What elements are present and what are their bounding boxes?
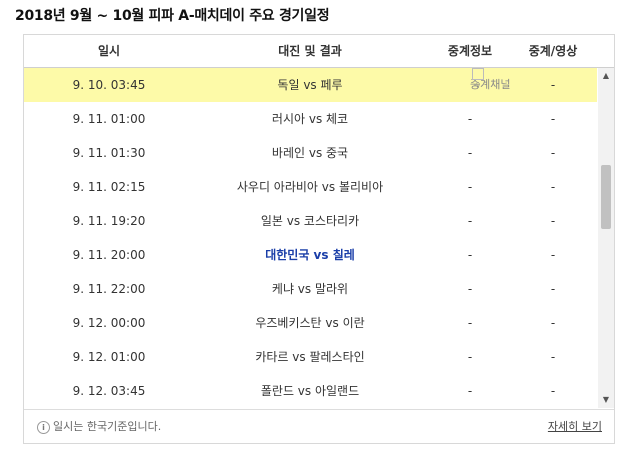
table-row: 9. 12. 01:00 카타르 vs 팔레스타인 - - xyxy=(24,340,597,374)
match-date: 9. 11. 20:00 xyxy=(72,248,146,262)
chevron-down-icon[interactable]: ∨ xyxy=(472,68,484,90)
header-date: 일시 xyxy=(97,44,121,58)
video-info: - xyxy=(550,180,556,194)
table-row: 9. 11. 22:00 케냐 vs 말라위 - - xyxy=(24,272,597,306)
scroll-up-icon[interactable]: ▲ xyxy=(598,68,614,84)
table-row: 9. 12. 03:45 폴란드 vs 아일랜드 - - xyxy=(24,374,597,408)
match-date: 9. 11. 01:00 xyxy=(72,112,146,126)
header-match: 대진 및 결과 xyxy=(278,44,342,58)
video-info: - xyxy=(550,146,556,160)
video-info: - xyxy=(550,78,556,92)
schedule-list[interactable]: 9. 10. 03:45 독일 vs 페루 중계채널 ∨ -9. 11. 01:00 러시… xyxy=(24,68,597,408)
match-date: 9. 12. 03:45 xyxy=(72,384,146,398)
video-info: - xyxy=(550,248,556,262)
match-date: 9. 10. 03:45 xyxy=(72,78,146,92)
table-row: 9. 11. 20:00 대한민국 vs 칠레 - - xyxy=(24,238,597,272)
video-info: - xyxy=(550,316,556,330)
table-row: 9. 10. 03:45 독일 vs 페루 중계채널 ∨ - xyxy=(24,68,597,102)
match-teams: 독일 vs 페루 xyxy=(277,78,343,92)
table-header: 일시 대진 및 결과 중계정보 중계/영상 xyxy=(24,35,614,68)
header-broadcast: 중계정보 xyxy=(447,44,493,58)
table-row: 9. 11. 19:20 일본 vs 코스타리카 - - xyxy=(24,204,597,238)
more-link[interactable]: 자세히 보기 xyxy=(548,410,602,444)
table-row: 9. 11. 01:00 러시아 vs 체코 - - xyxy=(24,102,597,136)
match-date: 9. 12. 00:00 xyxy=(72,316,146,330)
table-row: 9. 12. 00:00 우즈베키스탄 vs 이란 - - xyxy=(24,306,597,340)
video-info: - xyxy=(550,112,556,126)
timezone-note: 일시는 한국기준입니다. xyxy=(53,420,162,433)
match-date: 9. 11. 02:15 xyxy=(72,180,146,194)
video-info: - xyxy=(550,214,556,228)
page-title: 2018년 9월 ~ 10월 피파 A-매치데이 주요 경기일정 xyxy=(15,8,330,24)
match-date: 9. 11. 01:30 xyxy=(72,146,146,160)
table-row: 9. 11. 01:30 바레인 vs 중국 - - xyxy=(24,136,597,170)
schedule-panel: 일시 대진 및 결과 중계정보 중계/영상 9. 10. 03:45 독일 vs … xyxy=(23,34,615,444)
match-date: 9. 12. 01:00 xyxy=(72,350,146,364)
header-video: 중계/영상 xyxy=(528,44,578,58)
video-info: - xyxy=(550,384,556,398)
footer: i 일시는 한국기준입니다. 자세히 보기 xyxy=(24,409,614,444)
video-info: - xyxy=(550,282,556,296)
match-date: 9. 11. 19:20 xyxy=(72,214,146,228)
scroll-down-icon[interactable]: ▼ xyxy=(598,392,614,408)
table-row: 9. 11. 02:15 사우디 아라비아 vs 볼리비아 - - xyxy=(24,170,597,204)
video-info: - xyxy=(550,350,556,364)
match-date: 9. 11. 22:00 xyxy=(72,282,146,296)
info-icon: i xyxy=(37,421,50,434)
scrollbar-thumb[interactable] xyxy=(601,165,611,229)
scrollbar[interactable]: ▲ ▼ xyxy=(598,68,614,408)
